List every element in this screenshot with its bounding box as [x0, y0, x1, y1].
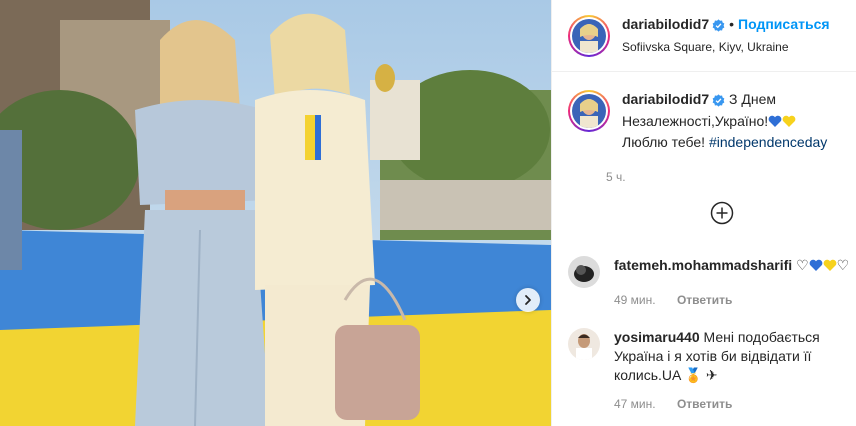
post-username[interactable]: dariabilodid7 [622, 16, 709, 32]
separator-dot: • [729, 16, 735, 32]
comment-item: yosimaru440 Мені подобається Україна і я… [568, 328, 850, 414]
reply-button[interactable]: Ответить [677, 397, 732, 411]
post-photo[interactable] [0, 0, 551, 426]
hashtag-link[interactable]: #independenceday [709, 134, 827, 150]
caption-avatar-border [570, 92, 608, 130]
caption-avatar[interactable] [568, 90, 610, 132]
caption-text: dariabilodid7 З Днем Незалежності,Україн… [622, 90, 840, 152]
reply-button[interactable]: Ответить [677, 293, 732, 307]
follow-button[interactable]: Подписаться [738, 16, 830, 32]
verified-badge-icon [712, 18, 725, 36]
caption-avatar-image [572, 94, 606, 128]
airplane-icon: ✈ [705, 367, 718, 383]
post-header: dariabilodid7 • Подписаться Sofiivska Squa… [552, 0, 856, 72]
comment-body: yosimaru440 Мені подобається Україна і я… [614, 328, 850, 414]
comment-body: fatemeh.mohammadsharifi ♡ ♡ 49 мин. Ответ… [614, 256, 850, 310]
header-text: dariabilodid7 • Подписаться Sofiivska Squa… [622, 15, 830, 56]
comment-item: fatemeh.mohammadsharifi ♡ ♡ 49 мин. Ответ… [568, 256, 850, 310]
blue-heart-icon [809, 258, 823, 277]
comment-meta: 47 мин. Ответить [614, 395, 850, 414]
plus-circle-icon [710, 201, 734, 225]
post-side-panel: dariabilodid7 • Подписаться Sofiivska Squa… [551, 0, 856, 426]
post-time: 5 ч. [606, 170, 626, 184]
comment-avatar-picture [568, 328, 600, 360]
yellow-heart-icon [782, 114, 796, 133]
chevron-right-icon [525, 295, 531, 305]
comment-text-prefix: ♡ [796, 257, 809, 273]
avatar[interactable] [568, 14, 610, 57]
comment-text-suffix: ♡ [836, 257, 850, 273]
comment-username[interactable]: yosimaru440 [614, 329, 700, 345]
comment-time: 47 мин. [614, 397, 656, 411]
comment-avatar-picture [568, 256, 600, 288]
comment-meta: 49 мин. Ответить [614, 291, 850, 310]
avatar-image [572, 18, 606, 53]
load-more-comments-button[interactable] [710, 201, 734, 225]
next-photo-button[interactable] [516, 288, 540, 312]
caption-body-after: Люблю тебе! [622, 134, 706, 150]
caption-avatar-picture [572, 94, 606, 128]
avatar-border [570, 16, 608, 55]
post-photo-image [0, 0, 551, 426]
blue-heart-icon [768, 114, 782, 133]
medal-icon: 🏅 [684, 367, 702, 383]
comment-avatar[interactable] [568, 256, 600, 288]
comment-time: 49 мин. [614, 293, 656, 307]
post-caption: dariabilodid7 З Днем Незалежності,Україн… [552, 72, 856, 152]
post-location[interactable]: Sofiivska Square, Kiyv, Ukraine [622, 38, 830, 56]
comment-avatar[interactable] [568, 328, 600, 360]
comment-username[interactable]: fatemeh.mohammadsharifi [614, 257, 792, 273]
avatar-picture [572, 18, 606, 53]
yellow-heart-icon [823, 258, 837, 277]
caption-username[interactable]: dariabilodid7 [622, 91, 709, 107]
caption-verified-badge-icon [712, 93, 725, 112]
